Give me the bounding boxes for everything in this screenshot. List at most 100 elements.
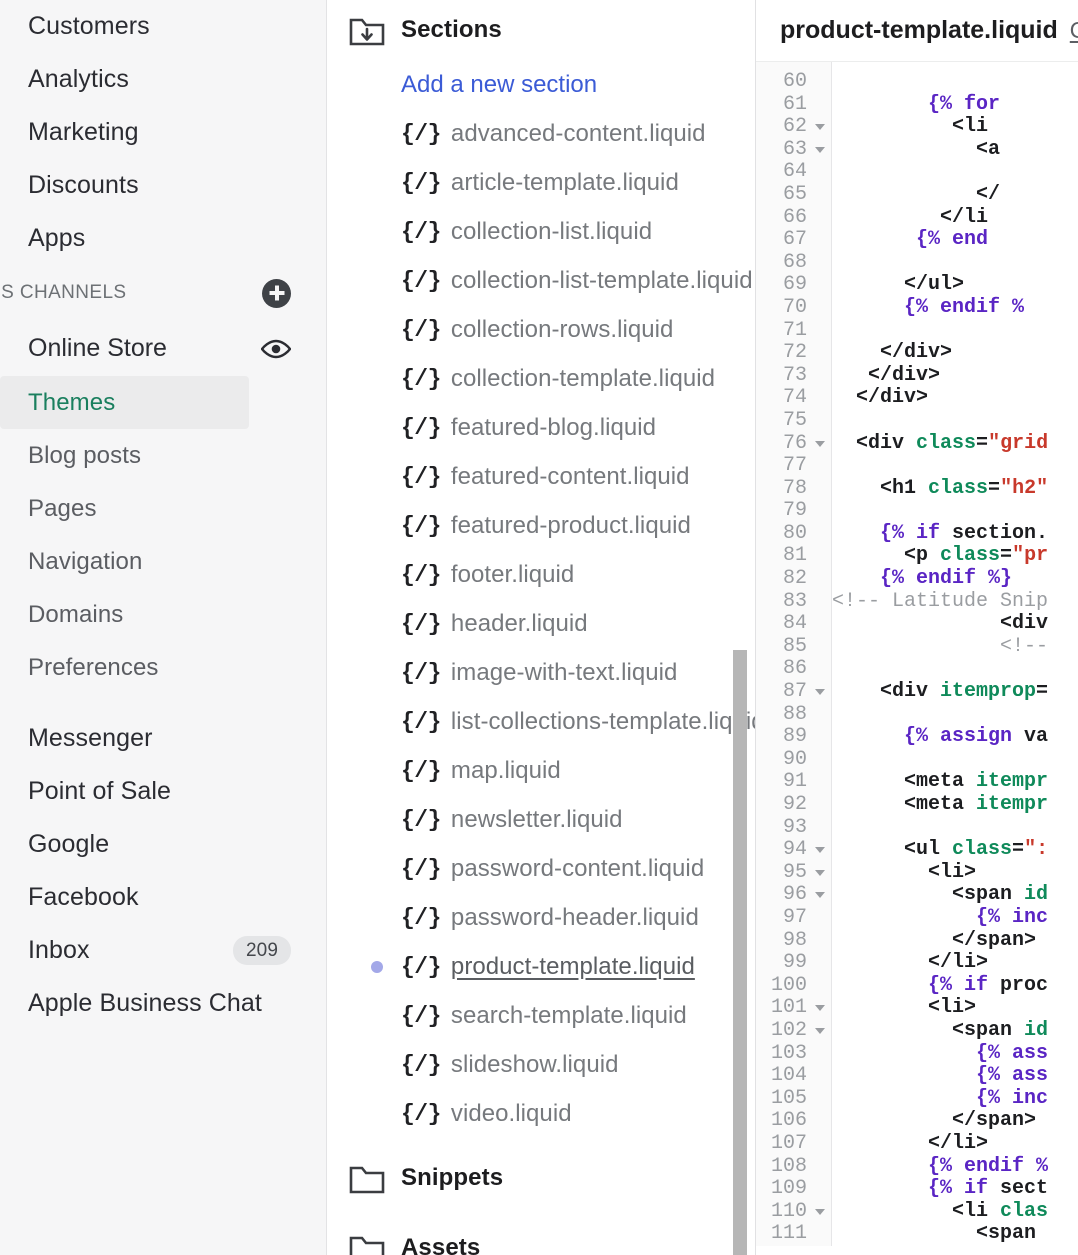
older-versions-link[interactable]: O (1070, 17, 1078, 44)
code-line[interactable]: </div> (832, 341, 1078, 365)
sidebar-item-apps[interactable]: Apps (0, 212, 327, 265)
file-list-item[interactable]: {/} slideshow.liquid (349, 1040, 755, 1089)
file-list-item[interactable]: {/} search-template.liquid (349, 991, 755, 1040)
fold-arrow-icon[interactable] (815, 1027, 825, 1034)
file-list-item[interactable]: {/} article-template.liquid (349, 158, 755, 207)
sidebar-item-point-of-sale[interactable]: Point of Sale (0, 765, 327, 818)
code-line[interactable] (832, 749, 1078, 772)
file-list-item[interactable]: {/} collection-list-template.liquid (349, 256, 755, 305)
code-line[interactable] (832, 71, 1078, 94)
sidebar-item-online-store[interactable]: Online Store (0, 321, 327, 376)
sidebar-item-messenger[interactable]: Messenger (0, 712, 327, 765)
sidebar-item-apple-business-chat[interactable]: Apple Business Chat (0, 977, 327, 1030)
file-panel-scrollbar-thumb[interactable] (733, 650, 747, 1255)
code-line[interactable]: </ (832, 183, 1078, 207)
code-line[interactable] (832, 320, 1078, 343)
code-line[interactable]: </li (832, 206, 1078, 230)
folder-header-assets[interactable]: Assets (349, 1218, 755, 1255)
file-list-item[interactable]: {/} video.liquid (349, 1089, 755, 1138)
code-line[interactable]: <!-- (832, 635, 1078, 659)
fold-arrow-icon[interactable] (815, 440, 825, 447)
code-line[interactable]: <div itemprop= (832, 680, 1078, 704)
sidebar-item-blog-posts[interactable]: Blog posts (0, 429, 327, 482)
code-line[interactable]: <li clas (832, 1200, 1078, 1224)
sidebar-item-facebook[interactable]: Facebook (0, 871, 327, 924)
sidebar-item-analytics[interactable]: Analytics (0, 53, 327, 106)
code-line[interactable]: <p class="pr (832, 545, 1078, 568)
code-line[interactable] (832, 704, 1078, 727)
code-line[interactable]: <div class="grid (832, 432, 1078, 456)
code-line[interactable]: {% if sect (832, 1177, 1078, 1201)
code-line[interactable]: </li> (832, 1132, 1078, 1156)
code-line[interactable] (832, 161, 1078, 184)
code-line[interactable]: {% if section. (832, 522, 1078, 546)
code-line[interactable]: <a (832, 138, 1078, 162)
code-line[interactable] (832, 455, 1078, 478)
fold-arrow-icon[interactable] (815, 1208, 825, 1215)
code-line[interactable]: </div> (832, 387, 1078, 410)
code-line[interactable]: {% if proc (832, 974, 1078, 998)
file-list-item[interactable]: {/} footer.liquid (349, 550, 755, 599)
file-list-item[interactable]: {/} list-collections-template.liquid (349, 697, 755, 746)
code-line[interactable] (832, 252, 1078, 275)
code-line[interactable]: </div> (832, 364, 1078, 388)
sidebar-item-inbox[interactable]: Inbox 209 (0, 924, 327, 977)
sidebar-item-themes[interactable]: Themes (0, 376, 249, 429)
sidebar-item-discounts[interactable]: Discounts (0, 159, 327, 212)
file-list-item[interactable]: {/} collection-list.liquid (349, 207, 755, 256)
fold-arrow-icon[interactable] (815, 1005, 825, 1012)
code-line[interactable]: <li> (832, 997, 1078, 1020)
sidebar-item-google[interactable]: Google (0, 818, 327, 871)
code-line[interactable]: {% endif % (832, 1155, 1078, 1179)
fold-arrow-icon[interactable] (815, 869, 825, 876)
code-line[interactable] (832, 817, 1078, 840)
code-line[interactable]: <!-- Latitude Snip (832, 590, 1078, 614)
sidebar-item-domains[interactable]: Domains (0, 588, 327, 641)
code-line[interactable]: </span> (832, 1110, 1078, 1133)
sidebar-item-marketing[interactable]: Marketing (0, 106, 327, 159)
file-list-item[interactable]: {/} map.liquid (349, 746, 755, 795)
sidebar-item-customers[interactable]: Customers (0, 0, 327, 53)
code-editor-body[interactable]: 60 61 62 63 64 65 66 67 68 69 70 71 72 73 74 75 76 77 78 79… (756, 62, 1078, 1246)
code-line[interactable]: <meta itempr (832, 771, 1078, 794)
code-line[interactable] (832, 658, 1078, 681)
code-line[interactable]: {% ass (832, 1064, 1078, 1088)
folder-header-sections[interactable]: Sections (349, 0, 755, 60)
code-line[interactable]: </span> (832, 929, 1078, 953)
code-line[interactable]: {% for (832, 93, 1078, 117)
add-new-section-link[interactable]: Add a new section (349, 60, 755, 109)
file-list-item[interactable]: {/} collection-template.liquid (349, 354, 755, 403)
sidebar-item-pages[interactable]: Pages (0, 482, 327, 535)
file-list-item[interactable]: {/} featured-blog.liquid (349, 403, 755, 452)
sidebar-item-navigation[interactable]: Navigation (0, 535, 327, 588)
fold-arrow-icon[interactable] (815, 146, 825, 153)
file-list-item[interactable]: {/} advanced-content.liquid (349, 109, 755, 158)
file-list-item[interactable]: {/} featured-product.liquid (349, 501, 755, 550)
code-line[interactable]: {% inc (832, 1087, 1078, 1111)
code-line[interactable]: {% ass (832, 1042, 1078, 1066)
file-list-item[interactable]: {/} password-content.liquid (349, 844, 755, 893)
code-line[interactable] (832, 500, 1078, 523)
code-line[interactable]: <span (832, 1222, 1078, 1246)
code-line[interactable]: {% end (832, 228, 1078, 252)
code-line[interactable] (832, 410, 1078, 433)
file-list-item[interactable]: {/} password-header.liquid (349, 893, 755, 942)
fold-arrow-icon[interactable] (815, 689, 825, 696)
code-line[interactable]: <li> (832, 861, 1078, 885)
fold-arrow-icon[interactable] (815, 124, 825, 131)
plus-circle-icon[interactable] (262, 278, 291, 308)
fold-arrow-icon[interactable] (815, 847, 825, 854)
file-list-item[interactable]: {/} header.liquid (349, 599, 755, 648)
code-line[interactable]: </ul> (832, 274, 1078, 297)
code-line[interactable]: <ul class=": (832, 838, 1078, 862)
code-line[interactable]: {% assign va (832, 725, 1078, 749)
code-content[interactable]: {% for <li <a </ </li {% end </ul> {% en… (832, 62, 1078, 1246)
code-line[interactable]: <li (832, 115, 1078, 139)
code-line[interactable]: {% endif % (832, 296, 1078, 320)
sidebar-item-preferences[interactable]: Preferences (0, 641, 327, 694)
file-list-item[interactable]: {/} newsletter.liquid (349, 795, 755, 844)
fold-arrow-icon[interactable] (815, 892, 825, 899)
file-list-item[interactable]: {/} image-with-text.liquid (349, 648, 755, 697)
code-line[interactable]: {% endif %} (832, 567, 1078, 591)
file-list-item-selected[interactable]: {/} product-template.liquid (349, 942, 755, 991)
